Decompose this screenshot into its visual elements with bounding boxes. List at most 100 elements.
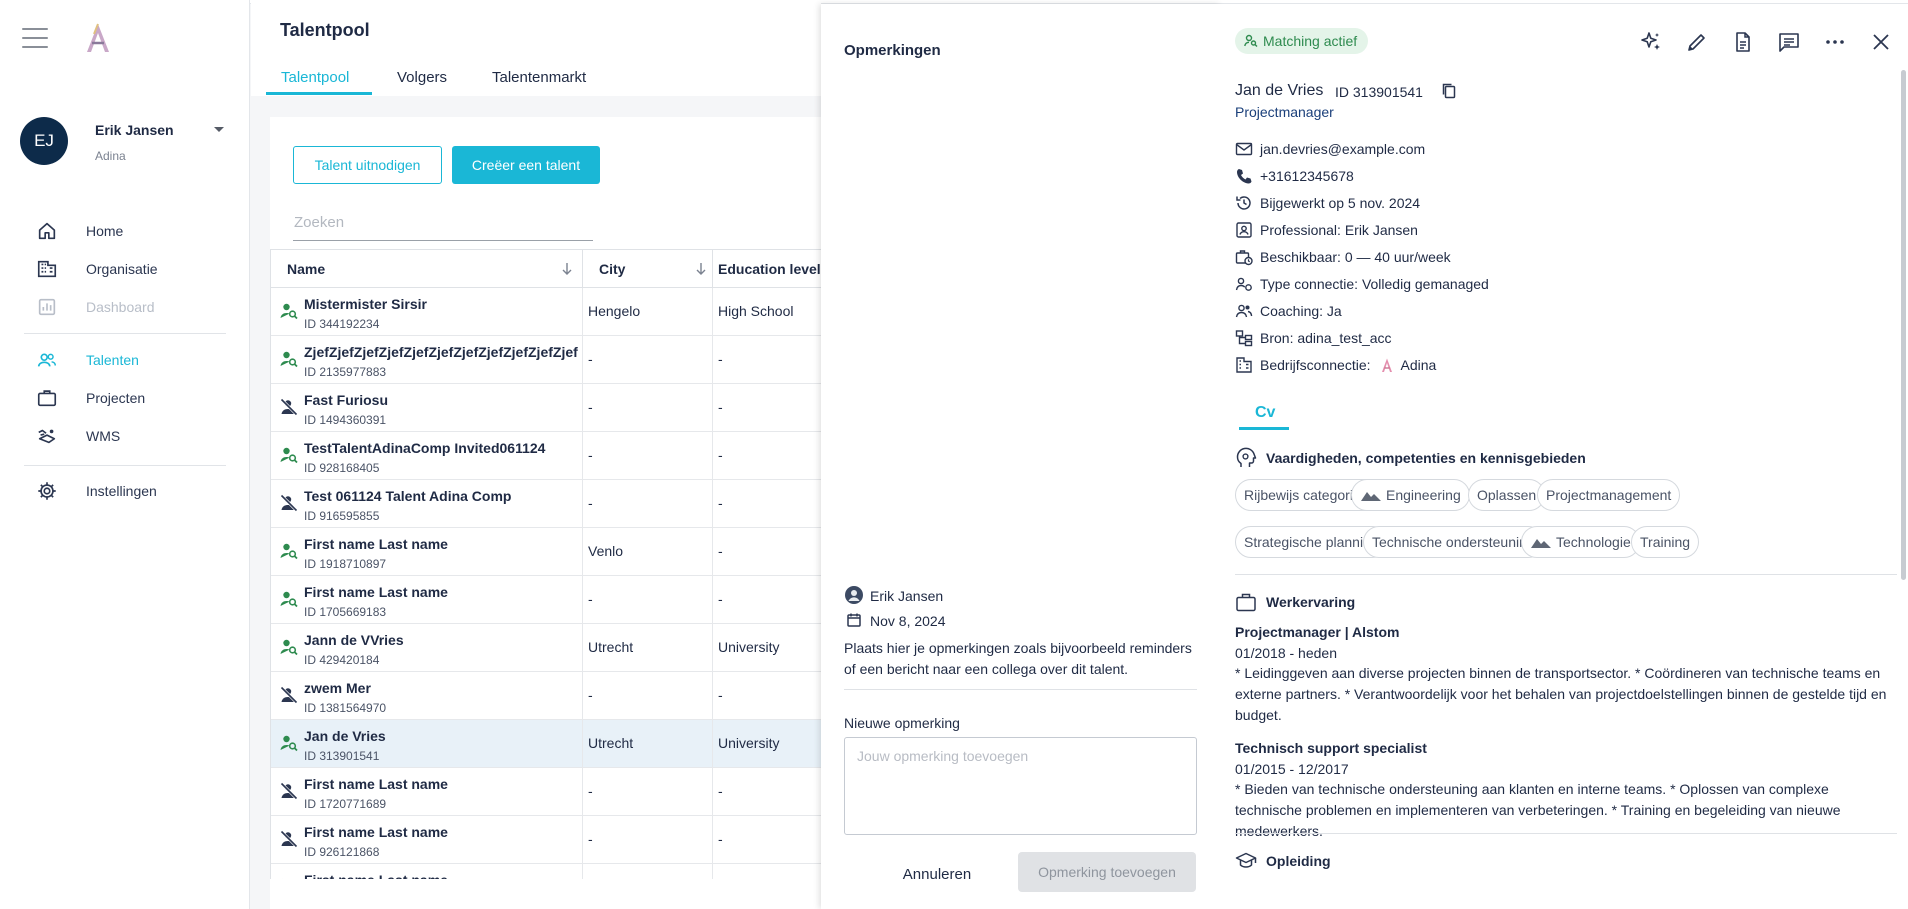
nav-talenten[interactable]: Talenten [0,342,250,378]
skill-chip[interactable]: Training [1631,526,1700,558]
table-row[interactable]: First name Last name [271,864,821,879]
nav-dashboard[interactable]: Dashboard [0,289,250,325]
document-icon[interactable] [1731,30,1755,54]
nav-instellingen[interactable]: Instellingen [0,473,250,509]
table-row[interactable]: First name Last name ID 1918710897 Venlo - [271,528,821,576]
info-text[interactable]: jan.devries@example.com [1260,141,1425,157]
sort-arrow-icon[interactable] [695,262,707,276]
table-row[interactable]: First name Last name ID 1720771689 - - [271,768,821,816]
add-remark-button[interactable]: Opmerking toevoegen [1018,852,1196,892]
city-value: - [588,495,593,511]
search-input[interactable] [293,205,593,241]
table-row[interactable]: Test 061124 Talent Adina Comp ID 91659585… [271,480,821,528]
talent-name[interactable]: First name Last name [304,872,579,879]
cell-city [583,864,713,879]
active-tab-indicator [1239,427,1289,430]
talent-name[interactable]: Jan de Vries [304,728,579,744]
menu-icon[interactable] [22,28,48,48]
user-name[interactable]: Erik Jansen [95,122,174,138]
table-row[interactable]: First name Last name ID 926121868 - - [271,816,821,864]
badge-label: Matching actief [1263,33,1358,49]
user-org: Adina [95,149,126,163]
invite-talent-button[interactable]: Talent uitnodigen [293,146,442,184]
company-name[interactable]: Adina [1401,357,1437,373]
create-talent-button[interactable]: Creëer een talent [452,146,600,184]
talent-id: ID 1720771689 [304,797,387,811]
cell-city: Utrecht [583,720,713,768]
tab-talentpool[interactable]: Talentpool [281,69,349,86]
tab-volgers[interactable]: Volgers [397,69,447,86]
cancel-button[interactable]: Annuleren [897,856,977,892]
talent-name[interactable]: First name Last name [304,584,579,600]
more-icon[interactable] [1823,30,1847,54]
nav-organisatie[interactable]: Organisatie [0,251,250,287]
remarks-panel: Opmerkingen Erik Jansen Nov 8, 2024 Plaa… [821,4,1221,909]
skill-chip[interactable]: Oplassen [1468,479,1546,511]
avatar[interactable]: EJ [20,117,68,165]
building-icon [1236,357,1252,373]
nav-wms[interactable]: WMS [0,418,250,454]
cell-name: TestTalentAdinaComp Invited061124 ID 9281… [271,432,583,480]
talent-name[interactable]: First name Last name [304,824,579,840]
skill-chip[interactable]: Technische ondersteuning [1363,526,1544,558]
column-header-city[interactable]: City [583,250,713,288]
tab-cv[interactable]: Cv [1255,404,1275,422]
mail-icon [1235,142,1253,156]
column-header-label: Education level [718,261,821,277]
new-remark-input[interactable] [844,737,1197,835]
cell-city: - [583,576,713,624]
table-row[interactable]: ZjefZjefZjefZjefZjefZjefZjefZjefZjefZjef… [271,336,821,384]
table-row[interactable]: Mistermister Sirsir ID 344192234 Hengelo Hi… [271,288,821,336]
talent-name[interactable]: ZjefZjefZjefZjefZjefZjefZjefZjefZjefZjef… [304,344,579,360]
copy-icon[interactable] [1441,82,1457,100]
section-title-text: Werkervaring [1266,594,1356,610]
cell-education: High School [713,288,821,336]
column-header-name[interactable]: Name [271,250,583,288]
info-text[interactable]: +31612345678 [1260,168,1354,184]
cell-education: - [713,816,821,864]
edit-icon[interactable] [1685,30,1709,54]
table-row[interactable]: First name Last name ID 1705669183 - - [271,576,821,624]
table-row[interactable]: Fast Furiosu ID 1494360391 - - [271,384,821,432]
tab-talentenmarkt[interactable]: Talentenmarkt [492,69,586,86]
column-header-education[interactable]: Education level [713,250,821,288]
talent-id: ID 1918710897 [304,557,387,571]
caret-down-icon[interactable] [213,126,225,134]
info-text: Beschikbaar: 0 — 40 uur/week [1260,249,1451,265]
table-row[interactable]: TestTalentAdinaComp Invited061124 ID 9281… [271,432,821,480]
nav-projecten[interactable]: Projecten [0,380,250,416]
city-value: - [588,783,593,799]
talent-name[interactable]: Test 061124 Talent Adina Comp [304,488,579,504]
cell-name: First name Last name [271,864,583,879]
scrollbar[interactable] [1901,70,1906,580]
skill-chip[interactable]: Technologie [1521,526,1640,558]
talent-name[interactable]: First name Last name [304,776,579,792]
nav-dashboard-label: Dashboard [86,299,155,315]
user-avatar-icon [845,586,863,604]
skill-chip[interactable]: Engineering [1351,479,1470,511]
education-value: - [718,831,723,847]
table-row[interactable]: zwem Mer ID 1381564970 - - [271,672,821,720]
skill-chip[interactable]: Projectmanagement [1537,479,1681,511]
nav-home[interactable]: Home [0,213,250,249]
talent-name[interactable]: Fast Furiosu [304,392,579,408]
info-text: Type connectie: Volledig gemanaged [1260,276,1489,292]
talent-name[interactable]: TestTalentAdinaComp Invited061124 [304,440,579,456]
table-row[interactable]: Jan de Vries ID 313901541 Utrecht Universit… [271,720,821,768]
comment-icon[interactable] [1777,30,1801,54]
talent-id: ID 344192234 [304,317,380,331]
cell-name: Jan de Vries ID 313901541 [271,720,583,768]
cell-city: - [583,336,713,384]
talent-name[interactable]: First name Last name [304,536,579,552]
sort-arrow-icon[interactable] [561,262,573,276]
column-header-label: City [599,261,626,277]
talent-name[interactable]: Jann de VVries [304,632,579,648]
adina-logo[interactable] [80,20,116,56]
ai-sparkle-icon[interactable] [1639,30,1663,54]
talent-name[interactable]: zwem Mer [304,680,579,696]
close-icon[interactable] [1869,30,1893,54]
city-value: Utrecht [588,735,634,751]
table-row[interactable]: Jann de VVries ID 429420184 Utrecht Univers… [271,624,821,672]
city-value: - [588,399,593,415]
talent-name[interactable]: Mistermister Sirsir [304,296,579,312]
